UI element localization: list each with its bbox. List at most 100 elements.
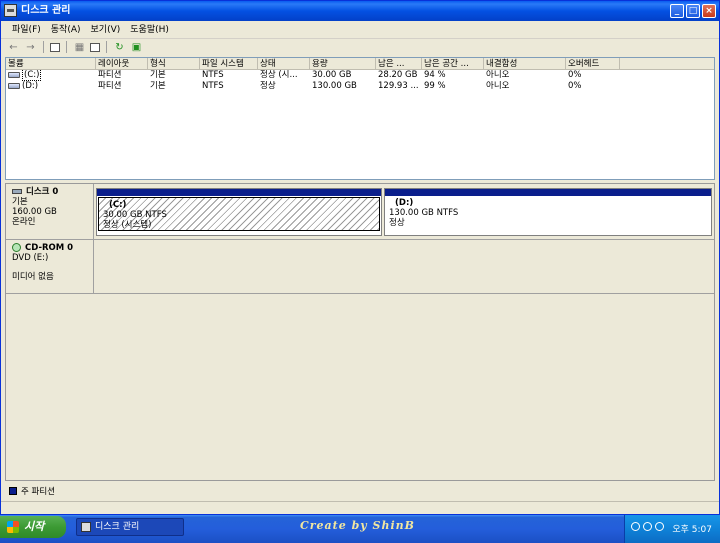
- type-cell: 기본: [150, 70, 166, 80]
- free-space-cell: 28.20 GB: [378, 70, 418, 80]
- partition-info: 130.00 GB NTFS: [389, 208, 459, 218]
- disk-type: 기본: [12, 197, 28, 207]
- column-percent-free[interactable]: 남은 공간 ...: [422, 58, 484, 69]
- cdrom-type: DVD (E:): [12, 253, 49, 263]
- capacity-cell: 30.00 GB: [312, 70, 352, 80]
- partition-d[interactable]: (D:) 130.00 GB NTFS 정상: [384, 188, 712, 236]
- toolbar: ← → ▦ ↻ ▣: [1, 39, 719, 55]
- cdrom-label[interactable]: CD-ROM 0 DVD (E:) 미디어 없음: [6, 240, 94, 293]
- layout-cell: 파티션: [98, 81, 122, 91]
- minimize-button[interactable]: _: [670, 4, 684, 18]
- properties-icon[interactable]: ▦: [73, 41, 86, 53]
- column-status[interactable]: 상태: [258, 58, 310, 69]
- back-arrow-icon[interactable]: ←: [7, 41, 20, 53]
- row-divider: [6, 239, 714, 240]
- window-title: 디스크 관리: [21, 5, 71, 16]
- watermark: Create by ShinB: [300, 519, 415, 532]
- hard-disk-icon: [12, 189, 22, 194]
- percent-free-cell: 99 %: [424, 81, 446, 91]
- disk-management-window: 디스크 관리 _ □ × 파일(F) 동작(A) 보기(V) 도움말(H) ← …: [0, 0, 720, 515]
- type-cell: 기본: [150, 81, 166, 91]
- close-button[interactable]: ×: [702, 4, 716, 18]
- row-divider: [6, 293, 714, 294]
- fault-tolerance-cell: 아니오: [486, 70, 510, 80]
- partition-status: 정상: [389, 218, 405, 228]
- status-bar: [1, 501, 719, 514]
- volume-row-c[interactable]: (C:) 파티션 기본 NTFS 정상 (시... 30.00 GB 28.20…: [6, 70, 714, 81]
- console-tree-icon[interactable]: [50, 42, 60, 52]
- status-cell: 정상: [260, 81, 276, 91]
- overhead-cell: 0%: [568, 70, 582, 80]
- column-layout[interactable]: 레이아웃: [96, 58, 148, 69]
- task-label: 디스크 관리: [95, 522, 140, 532]
- primary-partition-swatch: [9, 487, 17, 495]
- drive-icon: [8, 71, 20, 78]
- volume-row-d[interactable]: (D:) 파티션 기본 NTFS 정상 130.00 GB 129.93 ...…: [6, 81, 714, 92]
- partition-color-bar: [385, 189, 711, 196]
- fault-tolerance-cell: 아니오: [486, 81, 510, 91]
- partition-info: 30.00 GB NTFS: [103, 210, 167, 220]
- disk-0-label[interactable]: 디스크 0 기본 160.00 GB 온라인: [6, 184, 94, 240]
- cd-rom-icon: [12, 243, 21, 252]
- volume-icon[interactable]: [643, 522, 652, 531]
- volume-list-header: 볼륨 레이아웃 형식 파일 시스템 상태 용량 남은 ... 남은 공간 ...…: [6, 58, 714, 70]
- disk-management-icon: [81, 522, 91, 532]
- column-type[interactable]: 형식: [148, 58, 200, 69]
- disk-name: 디스크 0: [26, 187, 59, 197]
- security-icon[interactable]: [655, 522, 664, 531]
- volume-name: (D:): [22, 81, 39, 91]
- disk-management-icon: [4, 4, 17, 17]
- column-volume[interactable]: 볼륨: [6, 58, 96, 69]
- maximize-button[interactable]: □: [686, 4, 700, 18]
- volume-list: 볼륨 레이아웃 형식 파일 시스템 상태 용량 남은 ... 남은 공간 ...…: [5, 57, 715, 180]
- windows-logo-icon: [7, 521, 19, 533]
- rescan-icon[interactable]: ▣: [130, 41, 143, 53]
- toolbar-separator: [43, 41, 44, 53]
- drive-icon: [8, 82, 20, 89]
- start-label: 시작: [24, 520, 45, 533]
- menu-action[interactable]: 동작(A): [46, 21, 86, 38]
- partition-color-bar: [97, 189, 381, 196]
- partition-status: 정상 (시스템): [103, 220, 152, 230]
- filesystem-cell: NTFS: [202, 81, 224, 91]
- taskbar-item-disk-management[interactable]: 디스크 관리: [76, 518, 184, 536]
- cdrom-area: [94, 241, 714, 293]
- filesystem-cell: NTFS: [202, 70, 224, 80]
- network-icon[interactable]: [631, 522, 640, 531]
- column-overhead[interactable]: 오버헤드: [566, 58, 620, 69]
- start-button[interactable]: 시작: [0, 516, 66, 538]
- layout-cell: 파티션: [98, 70, 122, 80]
- column-capacity[interactable]: 용량: [310, 58, 376, 69]
- cdrom-status: 미디어 없음: [12, 272, 54, 282]
- legend: 주 파티션: [5, 484, 715, 498]
- system-tray: 오후 5:07: [624, 515, 720, 543]
- free-space-cell: 129.93 ...: [378, 81, 419, 91]
- partition-c[interactable]: (C:) 30.00 GB NTFS 정상 (시스템): [96, 188, 382, 236]
- menu-file[interactable]: 파일(F): [7, 21, 46, 38]
- menu-help[interactable]: 도움말(H): [125, 21, 174, 38]
- column-filesystem[interactable]: 파일 시스템: [200, 58, 258, 69]
- menu-view[interactable]: 보기(V): [86, 21, 126, 38]
- volume-name: (C:): [22, 70, 42, 81]
- toolbar-separator: [106, 41, 107, 53]
- cdrom-name: CD-ROM 0: [25, 243, 74, 253]
- disk-status: 온라인: [12, 217, 36, 227]
- percent-free-cell: 94 %: [424, 70, 446, 80]
- refresh-icon[interactable]: ↻: [113, 41, 126, 53]
- capacity-cell: 130.00 GB: [312, 81, 357, 91]
- clock[interactable]: 오후 5:07: [672, 522, 712, 535]
- disk-size: 160.00 GB: [12, 207, 57, 217]
- title-bar[interactable]: 디스크 관리 _ □ ×: [1, 1, 719, 21]
- overhead-cell: 0%: [568, 81, 582, 91]
- disk-graphical-view: 디스크 0 기본 160.00 GB 온라인 (C:) 30.00 GB NTF…: [5, 183, 715, 481]
- column-free-space[interactable]: 남은 ...: [376, 58, 422, 69]
- status-cell: 정상 (시...: [260, 70, 298, 80]
- partition-label: (C:): [109, 200, 127, 210]
- column-fault-tolerance[interactable]: 내결함성: [484, 58, 566, 69]
- help-icon[interactable]: [90, 42, 100, 52]
- legend-label: 주 파티션: [21, 487, 55, 497]
- forward-arrow-icon[interactable]: →: [24, 41, 37, 53]
- partition-label: (D:): [395, 198, 414, 208]
- menu-bar: 파일(F) 동작(A) 보기(V) 도움말(H): [1, 21, 719, 39]
- toolbar-separator: [66, 41, 67, 53]
